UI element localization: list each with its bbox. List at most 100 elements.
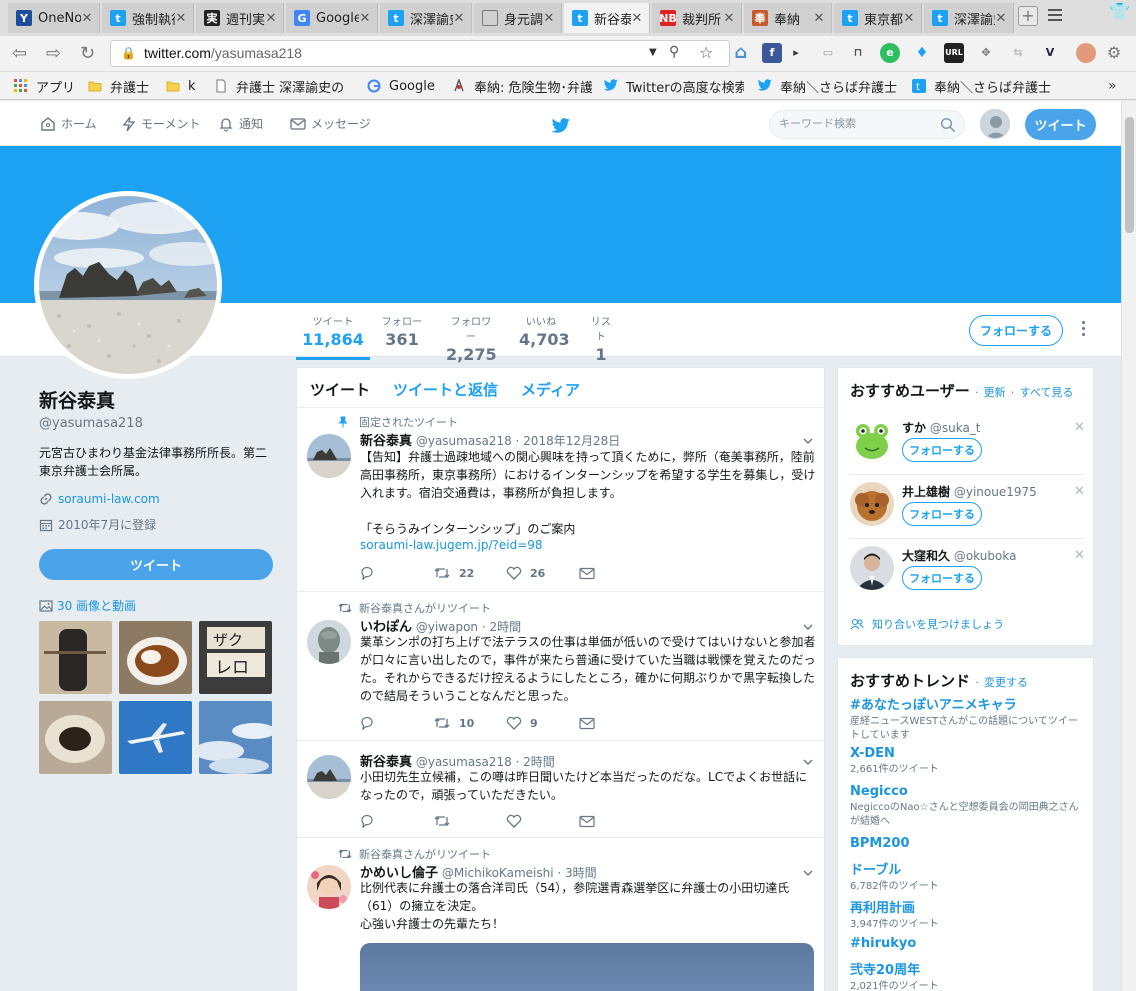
trend-item[interactable]: ドーブル 6,782件のツイート: [850, 859, 1086, 894]
browser-tab[interactable]: 身元調査✕: [474, 3, 562, 33]
trend-item[interactable]: 再利用計画 3,947件のツイート: [850, 897, 1086, 932]
profile-stat[interactable]: ツイート 11,864: [296, 313, 370, 360]
search-icon[interactable]: [940, 117, 956, 133]
compose-tweet-button[interactable]: ツイート: [1025, 109, 1096, 140]
media-thumbnail[interactable]: [39, 701, 112, 774]
tab-tweets-replies[interactable]: ツイートと返信: [393, 379, 498, 400]
tweet-author-handle[interactable]: @yasumasa218: [416, 434, 512, 448]
dismiss-close-icon[interactable]: ✕: [1074, 420, 1085, 435]
bookmark-item[interactable]: t 奉納＼さらば弁護士: [912, 78, 1052, 96]
dismiss-close-icon[interactable]: ✕: [1074, 484, 1085, 499]
poodle-avatar[interactable]: [850, 482, 894, 526]
like-button[interactable]: 9: [506, 716, 579, 730]
find-friends-link[interactable]: 知り合いを見つけましょう: [850, 616, 1004, 632]
suggested-user[interactable]: 井上雄樹 @yinoue1975 フォローする ✕: [850, 482, 1085, 546]
dismiss-close-icon[interactable]: ✕: [1074, 548, 1085, 563]
bookmark-item[interactable]: 弁護士: [88, 78, 154, 96]
retweet-button[interactable]: 10: [433, 716, 506, 730]
tweet-timestamp[interactable]: · 2時間: [516, 755, 555, 769]
v-extension-icon[interactable]: V: [1040, 43, 1060, 63]
trend-item[interactable]: Negicco NegiccoのNao☆さんと空想委員会の岡田典之さんが結婚へ: [850, 784, 1086, 829]
change-trends-link[interactable]: 変更する: [984, 676, 1028, 689]
dropdown-caret-icon[interactable]: ▼: [649, 47, 657, 58]
tab-media[interactable]: メディア: [521, 379, 580, 400]
trend-item[interactable]: #hirukyo: [850, 936, 1086, 951]
tab-close-icon[interactable]: ✕: [81, 11, 93, 26]
sidebar-tweet-button[interactable]: ツイート: [39, 549, 273, 580]
retweet-button[interactable]: [433, 814, 506, 828]
scrollbar-thumb[interactable]: [1125, 117, 1134, 233]
profile-shirt-icon[interactable]: 👕: [1109, 2, 1130, 22]
tab-close-icon[interactable]: ✕: [543, 11, 555, 26]
media-thumbnail[interactable]: ザク レロ: [199, 621, 272, 694]
reply-button[interactable]: [360, 814, 433, 828]
profile-stat[interactable]: リスト 1: [586, 313, 616, 364]
url-shortener-icon[interactable]: URL: [944, 43, 964, 63]
trend-item[interactable]: #あなたっぽいアニメキャラ 産経ニュースWESTさんがこの話題についてツイートして…: [850, 694, 1086, 743]
reply-button[interactable]: [360, 566, 433, 580]
bookmark-item[interactable]: アプリ: [14, 78, 78, 96]
tweet-author-handle[interactable]: @yasumasa218: [416, 755, 512, 769]
bookmarks-overflow-button[interactable]: »: [1108, 78, 1117, 94]
profile-stat[interactable]: フォロワー 2,275: [446, 313, 497, 364]
bookmark-item[interactable]: 弁護士 深澤諭史の: [214, 78, 354, 96]
tweet[interactable]: 新谷泰真 @yasumasa218 · 2時間 小田切先生立候補，この噂は昨日聞…: [297, 741, 824, 838]
browser-tab[interactable]: t 深澤諭史✕: [380, 3, 472, 33]
tweet-timestamp[interactable]: · 3時間: [557, 866, 596, 880]
move-icon[interactable]: ✥: [976, 43, 996, 63]
chevron-down-icon[interactable]: [803, 868, 813, 878]
bookmark-star-icon[interactable]: ☆: [699, 43, 713, 62]
follow-button[interactable]: フォローする: [969, 315, 1063, 346]
tweet-avatar[interactable]: [307, 434, 351, 478]
settings-gear-icon[interactable]: ⚙: [1104, 43, 1124, 63]
profile-stat[interactable]: いいね 4,703: [519, 313, 570, 349]
photos-videos-link[interactable]: 30 画像と動画: [39, 597, 279, 614]
new-tab-button[interactable]: +: [1018, 6, 1038, 26]
tab-close-icon[interactable]: ✕: [903, 11, 915, 26]
nav-moments[interactable]: モーメント: [122, 115, 201, 132]
tweet-avatar[interactable]: [307, 865, 351, 909]
user-ext-icon[interactable]: [1076, 43, 1096, 63]
tweet-link[interactable]: soraumi-law.jugem.jp/?eid=98: [360, 538, 543, 552]
bookmark-item[interactable]: Twitterの高度な検索: [603, 78, 744, 96]
browser-tab[interactable]: t 強制執行✕: [102, 3, 194, 33]
tab-close-icon[interactable]: ✕: [453, 11, 465, 26]
search-input[interactable]: [779, 117, 939, 130]
reader-icon[interactable]: ▭: [818, 43, 838, 63]
profile-name[interactable]: 新谷泰真: [39, 386, 279, 413]
trend-item[interactable]: X-DEN 2,661件のツイート: [850, 746, 1086, 777]
tab-tweets[interactable]: ツイート: [310, 379, 370, 400]
nav-messages[interactable]: メッセージ: [290, 115, 371, 132]
evernote-icon[interactable]: e: [880, 43, 900, 63]
chevron-down-icon[interactable]: [803, 622, 813, 632]
tweet-author-handle[interactable]: @yiwapon: [416, 620, 478, 634]
retweet-button[interactable]: 22: [433, 566, 506, 580]
view-all-link[interactable]: すべて見る: [1020, 386, 1074, 399]
search-box[interactable]: [769, 110, 965, 139]
profile-stat[interactable]: フォロー 361: [381, 313, 423, 349]
my-avatar[interactable]: [980, 109, 1010, 139]
browser-tab[interactable]: t 新谷泰真✕: [564, 3, 650, 33]
bookmark-item[interactable]: k: [166, 78, 202, 94]
reload-icon[interactable]: ↻: [80, 44, 95, 64]
zoom-icon[interactable]: ⚲: [669, 44, 679, 60]
tab-close-icon[interactable]: ✕: [995, 11, 1007, 26]
home-icon[interactable]: ⌂: [731, 43, 751, 63]
tweet-avatar[interactable]: [307, 755, 351, 799]
tab-close-icon[interactable]: ✕: [175, 11, 187, 26]
more-options-icon[interactable]: [1076, 321, 1090, 341]
media-thumbnail[interactable]: [39, 621, 112, 694]
tweet[interactable]: 新谷泰真さんがリツイート かめいし倫子 @MichikoKameishi · 3…: [297, 838, 824, 991]
person-avatar[interactable]: [850, 546, 894, 590]
tab-close-icon[interactable]: ✕: [723, 11, 735, 26]
dm-share-button[interactable]: [579, 567, 652, 580]
frog-avatar[interactable]: [850, 418, 894, 462]
tab-close-icon[interactable]: ✕: [265, 11, 277, 26]
nav-notifications[interactable]: 通知: [218, 115, 263, 132]
page-scrollbar[interactable]: [1121, 101, 1136, 991]
tab-close-icon[interactable]: ✕: [813, 11, 825, 26]
tweet[interactable]: 新谷泰真さんがリツイート いわぽん @yiwapon · 2時間 業革シンポの打…: [297, 592, 824, 741]
media-thumbnail[interactable]: [119, 621, 192, 694]
dm-share-button[interactable]: [579, 717, 652, 730]
refresh-link[interactable]: 更新: [984, 386, 1006, 399]
